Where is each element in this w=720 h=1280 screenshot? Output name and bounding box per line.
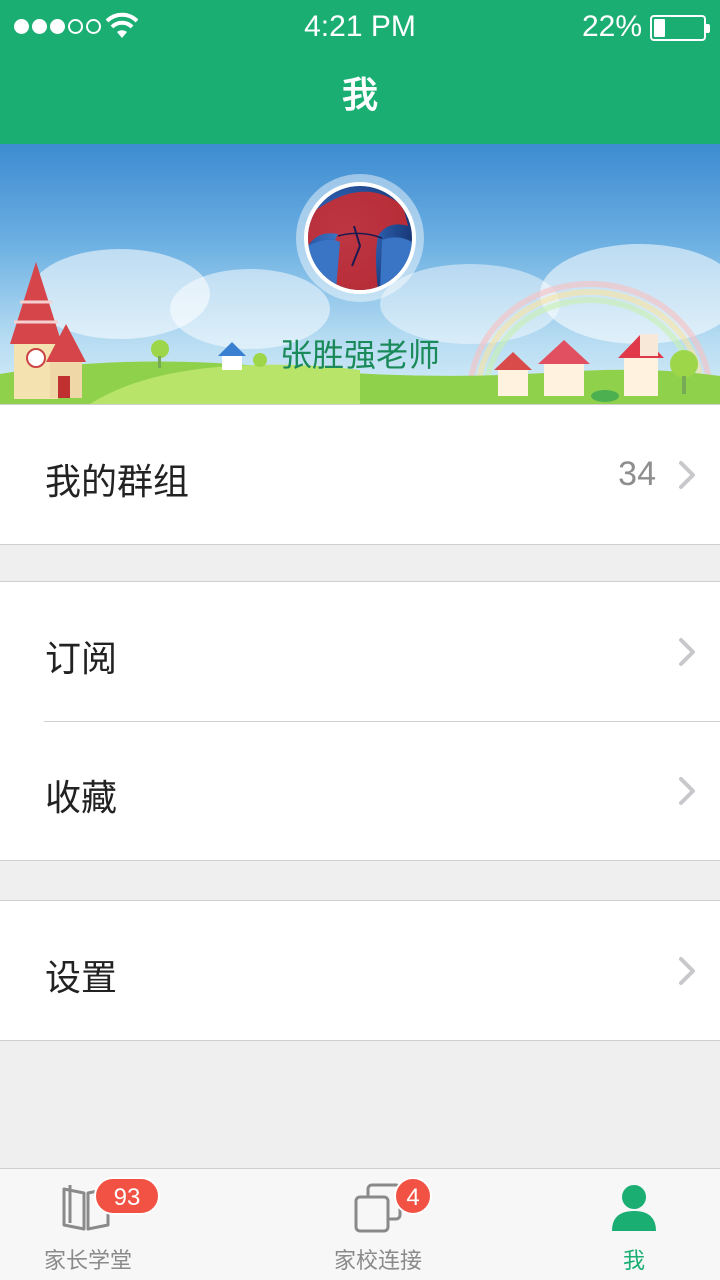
menu-item-groups[interactable]: 我的群组 34 [0,405,720,544]
profile-banner: 张胜强老师 [0,144,720,404]
menu-item-favorites[interactable]: 收藏 [0,721,720,860]
menu-item-label: 设置 [45,958,118,999]
tab-parent-school[interactable]: 93 家长学堂 [0,1169,240,1280]
notification-badge: 4 [394,1177,432,1215]
battery-percent: 22% [581,10,642,43]
chevron-right-icon [679,777,695,805]
avatar-image [308,191,412,290]
groups-count: 34 [618,455,656,493]
notification-badge: 93 [94,1177,160,1215]
top-bar: 4:21 PM 22% 我 [0,0,720,144]
username: 张胜强老师 [279,336,440,374]
tab-label: 家校连接 [333,1249,422,1274]
tab-label: 家长学堂 [43,1249,132,1274]
menu-item-label: 收藏 [45,778,118,819]
status-bar: 4:21 PM 22% [0,0,720,56]
avatar[interactable] [304,182,416,294]
menu-item-settings[interactable]: 设置 [0,901,720,1040]
section-settings: 设置 [0,900,720,1041]
avatar-ring [296,174,424,302]
menu-item-label: 订阅 [45,639,118,680]
section-groups: 我的群组 34 [0,404,720,545]
tab-home-school[interactable]: 4 家校连接 [240,1169,480,1280]
tab-me[interactable]: 我 [480,1169,720,1280]
person-icon [612,1185,656,1231]
section-content: 订阅 收藏 [0,581,720,861]
tab-label: 我 [622,1249,645,1274]
page-title: 我 [341,75,378,116]
menu-item-label: 我的群组 [45,462,190,503]
chevron-right-icon [679,957,695,985]
battery-icon [650,15,710,41]
chevron-right-icon [679,461,695,489]
menu-item-subscribe[interactable]: 订阅 [0,582,720,721]
chevron-right-icon [679,638,695,666]
tab-bar: 93 家长学堂 4 家校连接 我 [0,1168,720,1280]
